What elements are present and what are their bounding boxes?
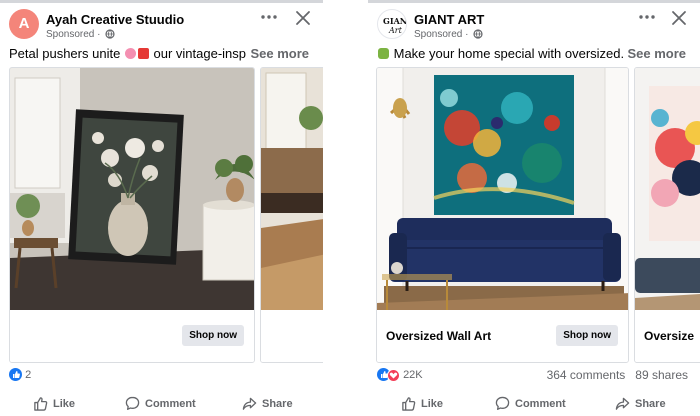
carousel-card-next[interactable]: Oversize xyxy=(634,67,700,363)
oversized-wall-art-photo xyxy=(377,68,628,311)
carousel-card[interactable]: Oversized Wall Art Shop now xyxy=(376,67,629,363)
card-footer: Oversize xyxy=(635,310,700,362)
sponsored-text: Sponsored · xyxy=(414,29,472,40)
like-reaction-icon xyxy=(9,368,22,381)
card-image xyxy=(261,68,323,311)
caption-text-tail: our vintage-insp... xyxy=(149,46,257,61)
card-image xyxy=(10,68,254,311)
share-button[interactable]: Share xyxy=(242,396,293,411)
close-icon[interactable] xyxy=(293,8,313,28)
card-image xyxy=(377,68,628,311)
post-top-divider xyxy=(368,0,700,3)
post-caption: Petal pushers unite our vintage-insp... … xyxy=(9,46,317,61)
reaction-summary[interactable]: 2 xyxy=(9,368,31,381)
comment-count[interactable]: 364 comments xyxy=(547,368,626,382)
card-title: Oversized Wall Art xyxy=(386,329,492,343)
like-button[interactable]: Like xyxy=(33,396,75,411)
see-more-link[interactable]: See more xyxy=(247,46,309,61)
like-icon xyxy=(34,397,48,411)
page-avatar[interactable]: GIANTArt xyxy=(377,9,407,39)
feed-gap xyxy=(323,0,368,416)
comment-icon xyxy=(125,396,140,410)
reaction-count: 2 xyxy=(25,369,32,381)
plant-emoji-icon xyxy=(378,48,389,59)
love-reaction-icon xyxy=(387,369,400,382)
share-label: Share xyxy=(262,398,293,410)
comment-label: Comment xyxy=(145,398,196,410)
svg-text:GIANT: GIANT xyxy=(383,16,407,26)
more-options-icon[interactable] xyxy=(259,7,279,27)
globe-icon xyxy=(105,29,115,39)
action-bar: Like Comment Share xyxy=(368,396,700,414)
abstract-art-photo xyxy=(635,68,700,311)
page-avatar[interactable]: A xyxy=(9,9,39,39)
see-more-link[interactable]: See more xyxy=(624,46,686,61)
like-button[interactable]: Like xyxy=(401,396,443,411)
flower-emoji-icon xyxy=(124,48,136,59)
card-footer: Shop now xyxy=(10,310,254,362)
caption-text: Petal pushers unite xyxy=(9,46,124,61)
share-button[interactable]: Share xyxy=(615,396,666,411)
card-image xyxy=(635,68,700,311)
comment-button[interactable]: Comment xyxy=(125,396,196,411)
reaction-summary[interactable]: 22K xyxy=(377,368,423,382)
vintage-floral-art-photo xyxy=(10,68,254,311)
left-ad-post: A Ayah Creative Stuudio Sponsored · Peta… xyxy=(0,0,323,416)
sponsored-text: Sponsored · xyxy=(46,29,104,40)
post-top-divider xyxy=(0,0,323,3)
carousel-card-next[interactable] xyxy=(260,67,323,363)
share-icon xyxy=(242,397,257,410)
close-icon[interactable] xyxy=(669,8,689,28)
room-interior-photo xyxy=(261,68,323,311)
card-footer: Oversized Wall Art Shop now xyxy=(377,310,628,362)
card-title: Oversize xyxy=(644,329,695,343)
comment-label: Comment xyxy=(515,398,566,410)
shop-now-button[interactable]: Shop now xyxy=(182,325,244,346)
like-label: Like xyxy=(53,398,76,410)
like-label: Like xyxy=(421,398,444,410)
sponsored-label: Sponsored · xyxy=(414,29,483,40)
share-label: Share xyxy=(635,398,666,410)
ribbon-emoji-icon xyxy=(137,48,149,59)
engagement-stats[interactable]: 364 comments 89 shares xyxy=(547,368,688,382)
action-bar: Like Comment Share xyxy=(0,396,323,414)
share-count[interactable]: 89 shares xyxy=(635,368,688,382)
more-options-icon[interactable] xyxy=(637,7,657,27)
carousel-card[interactable]: Shop now xyxy=(9,67,255,363)
right-ad-post: GIANTArt GIANT ART Sponsored · Make your… xyxy=(368,0,700,416)
globe-icon xyxy=(473,29,483,39)
post-caption: Make your home special with oversized...… xyxy=(377,46,694,61)
sponsored-label: Sponsored · xyxy=(46,29,115,40)
caption-text: Make your home special with oversized... xyxy=(393,46,632,61)
shop-now-button[interactable]: Shop now xyxy=(556,325,618,346)
comment-button[interactable]: Comment xyxy=(495,396,566,411)
giant-art-logo: GIANTArt xyxy=(383,16,407,35)
page-name[interactable]: Ayah Creative Stuudio xyxy=(46,12,184,27)
svg-text:Art: Art xyxy=(388,26,403,35)
like-icon xyxy=(402,397,416,411)
share-icon xyxy=(615,397,630,410)
page-name[interactable]: GIANT ART xyxy=(414,12,484,27)
comment-icon xyxy=(495,396,510,410)
reaction-count: 22K xyxy=(403,369,423,381)
card-footer xyxy=(261,310,323,362)
